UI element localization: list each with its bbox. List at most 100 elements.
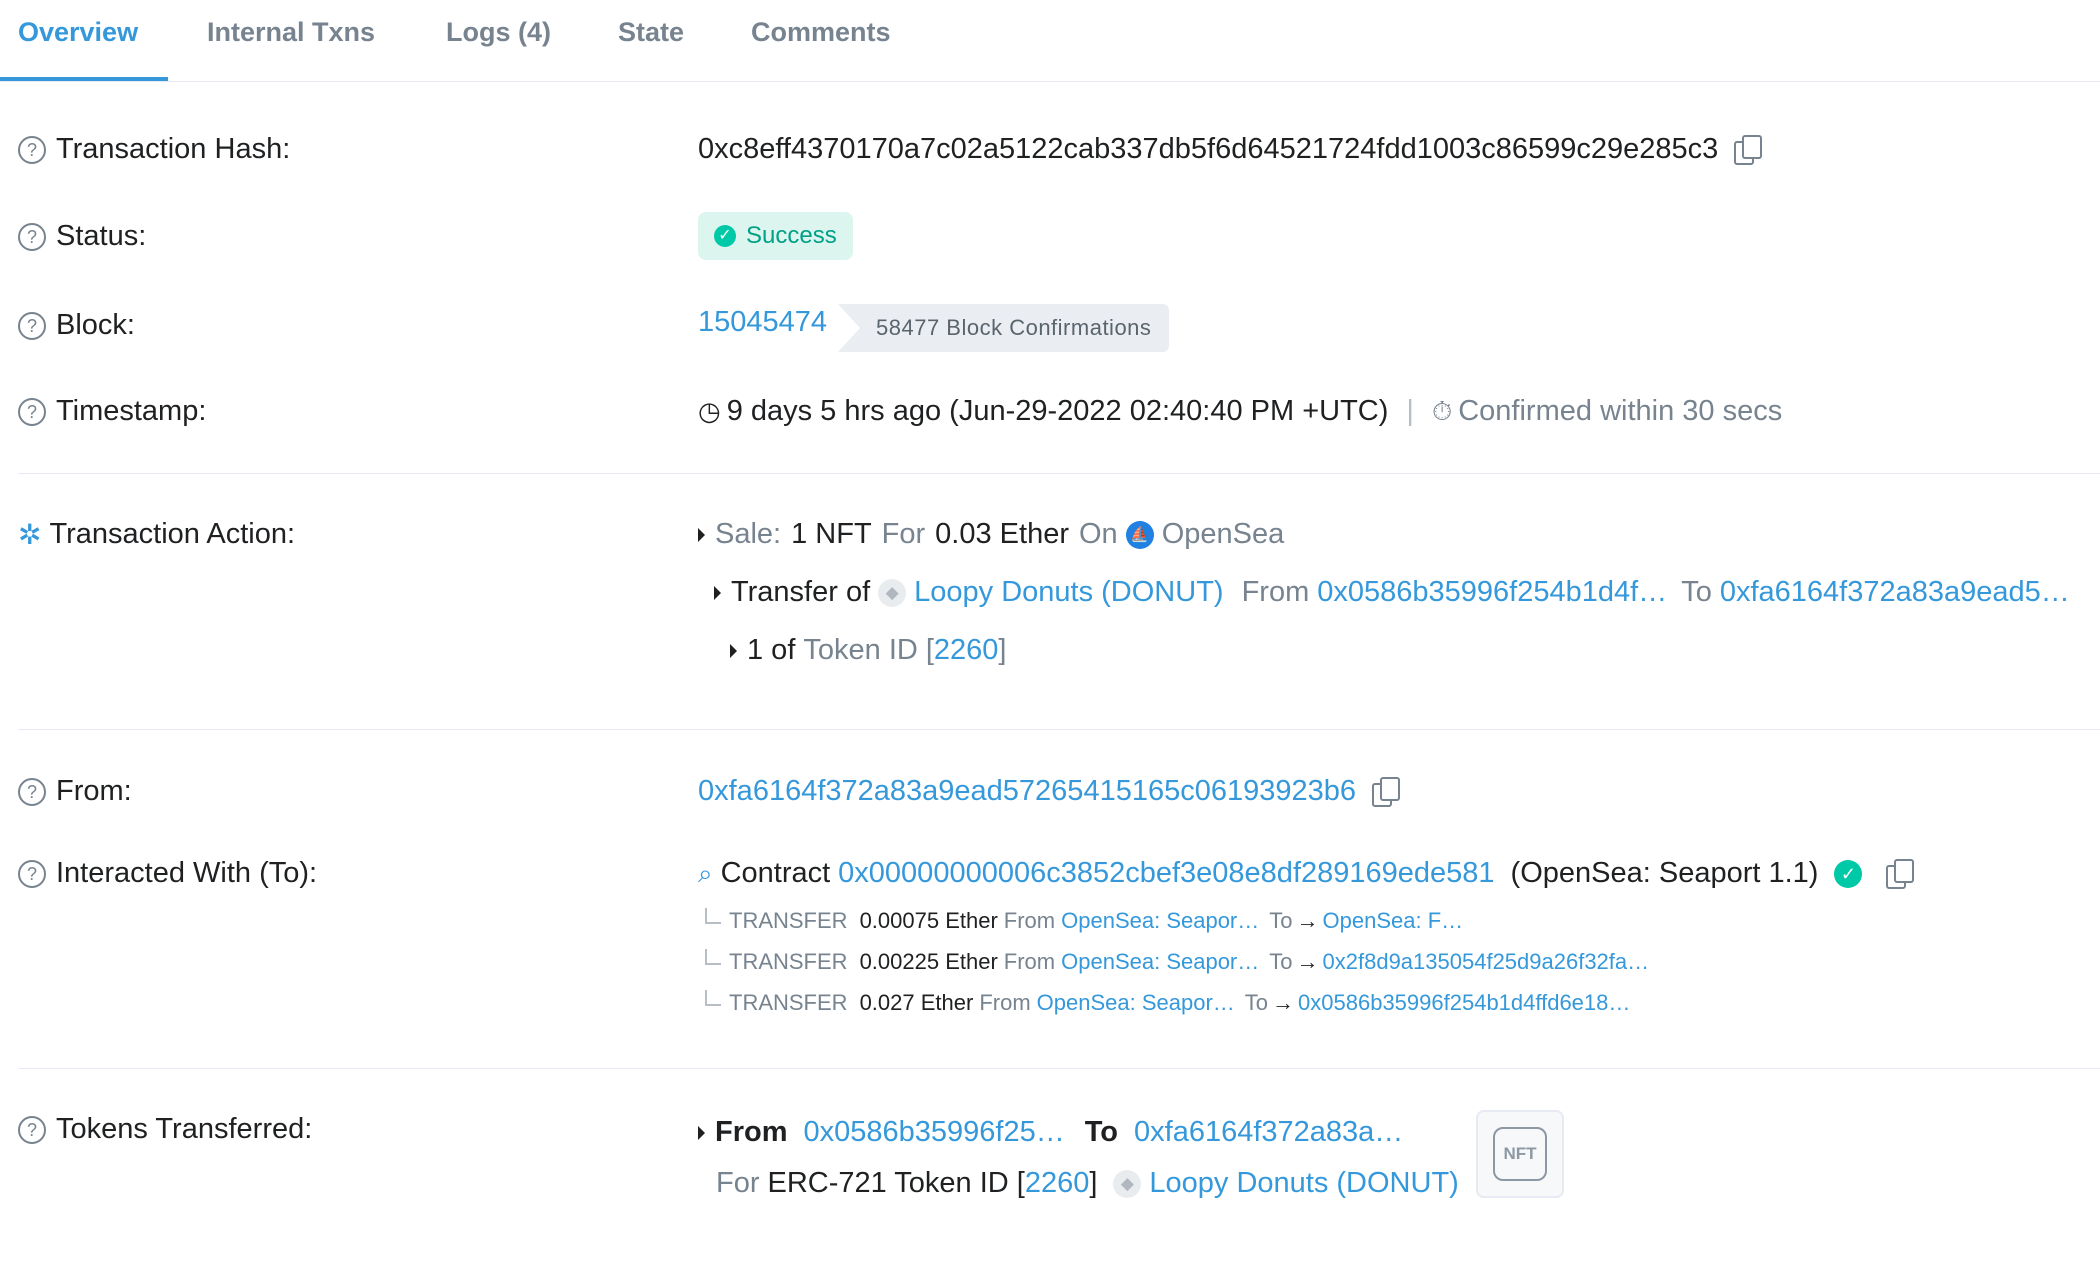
- caret-right-icon[interactable]: [730, 643, 737, 658]
- bracket-close: ]: [998, 634, 1007, 666]
- tx-action-label-row: ✲ Transaction Action:: [18, 518, 295, 551]
- internal-transfer-row: TRANSFER 0.027 Ether From OpenSea: Seapo…: [705, 990, 1630, 1016]
- bracket-open: [: [1016, 1167, 1025, 1199]
- transfer-to-link[interactable]: 0x0586b35996f254b1d4ffd6e18…: [1298, 990, 1630, 1016]
- from-text: From: [715, 1116, 788, 1148]
- transfer-type: TRANSFER: [729, 908, 848, 933]
- for-text: For: [716, 1167, 760, 1199]
- check-circle-icon: ✓: [714, 225, 736, 247]
- transfer-type: TRANSFER: [729, 990, 848, 1015]
- to-address-link[interactable]: 0xfa6164f372a83a9ead5…: [1720, 576, 2070, 609]
- caret-right-icon[interactable]: [714, 585, 721, 600]
- transfer-to-link[interactable]: 0x2f8d9a135054f25d9a26f32fa…: [1323, 949, 1650, 975]
- nft-badge-icon: NFT: [1493, 1127, 1547, 1181]
- question-icon[interactable]: ?: [18, 135, 46, 164]
- sale-row: Sale: 1 NFT For 0.03 Ether On ⛵ OpenSea: [698, 518, 1284, 551]
- divider: [18, 729, 2100, 730]
- from-address-link[interactable]: 0xfa6164f372a83a9ead57265415165c06193923…: [698, 775, 1356, 808]
- tree-elbow-icon: [705, 990, 721, 1006]
- transfer-of-text: Transfer of: [731, 576, 871, 608]
- from-text: From: [1003, 908, 1056, 933]
- collection-link[interactable]: Loopy Donuts (DONUT): [1149, 1167, 1458, 1200]
- token-transfer-row: From 0x0586b35996f25… To 0xfa6164f372a83…: [698, 1116, 1403, 1149]
- confirmed-within: Confirmed within 30 secs: [1458, 395, 1783, 427]
- token-id-link[interactable]: 2260: [934, 634, 999, 667]
- token-icon: ◆: [1113, 1169, 1142, 1198]
- copy-icon[interactable]: [1734, 134, 1763, 165]
- to-text: To: [1269, 908, 1293, 933]
- token-id-text: Token ID: [803, 634, 918, 666]
- question-icon[interactable]: ?: [18, 859, 46, 888]
- tx-action-label: Transaction Action:: [49, 518, 296, 550]
- question-icon[interactable]: ?: [18, 311, 46, 340]
- timestamp-age: 9 days 5 hrs ago (Jun-29-2022 02:40:40 P…: [726, 395, 1389, 427]
- sale-amount: 1 NFT: [791, 518, 872, 550]
- status-badge: ✓ Success: [698, 212, 853, 260]
- from-address-link[interactable]: 0x0586b35996f254b1d4f…: [1317, 576, 1667, 609]
- tree-elbow-icon: [705, 949, 721, 965]
- clock-icon: ◷: [698, 396, 721, 426]
- internal-transfer-row: TRANSFER 0.00075 Ether From OpenSea: Sea…: [705, 908, 1463, 934]
- transfer-from-link[interactable]: OpenSea: Seapor…: [1061, 908, 1259, 934]
- block-number-link[interactable]: 15045474: [698, 306, 827, 339]
- transfer-to-link[interactable]: OpenSea: F…: [1323, 908, 1464, 934]
- contract-search-icon: ⌕: [698, 857, 713, 888]
- tab-logs[interactable]: Logs (4): [446, 17, 551, 48]
- arrow-right-icon: →: [1296, 949, 1319, 974]
- token-detail-row: For ERC-721 Token ID [ 2260 ] ◆ Loopy Do…: [716, 1167, 1459, 1200]
- interacted-label: Interacted With (To):: [56, 857, 318, 889]
- transfer-type: TRANSFER: [729, 949, 848, 974]
- to-text: To: [1244, 990, 1269, 1015]
- tab-internal-txns[interactable]: Internal Txns: [207, 17, 375, 48]
- status-label: Status:: [56, 220, 147, 252]
- question-icon[interactable]: ?: [18, 397, 46, 426]
- market-name: OpenSea: [1161, 518, 1285, 550]
- question-icon[interactable]: ?: [18, 222, 46, 251]
- bracket-open: [: [925, 634, 934, 666]
- contract-row: ⌕ Contract 0x00000000006c3852cbef3e08e8d…: [698, 857, 1915, 890]
- tx-hash-label-row: ? Transaction Hash:: [18, 133, 290, 166]
- to-text: To: [1084, 1116, 1119, 1148]
- block-confirmations-badge: 58477 Block Confirmations: [838, 304, 1170, 352]
- timestamp-value-row: ◷ 9 days 5 hrs ago (Jun-29-2022 02:40:40…: [698, 395, 1782, 428]
- divider: [18, 1068, 2100, 1069]
- from-text: From: [979, 990, 1031, 1015]
- from-label: From:: [56, 775, 132, 807]
- for-text: For: [881, 518, 926, 550]
- contract-address-link[interactable]: 0x00000000006c3852cbef3e08e8df289169ede5…: [838, 857, 1494, 890]
- caret-right-icon[interactable]: [698, 527, 705, 542]
- arrow-right-icon: →: [1272, 990, 1295, 1015]
- question-icon[interactable]: ?: [18, 1115, 46, 1144]
- copy-icon[interactable]: [1886, 858, 1915, 889]
- bracket-close: ]: [1089, 1167, 1098, 1199]
- tab-comments[interactable]: Comments: [751, 17, 891, 48]
- tx-hash-value-row: 0xc8eff4370170a7c02a5122cab337db5f6d6452…: [698, 133, 1763, 166]
- question-icon[interactable]: ?: [18, 777, 46, 806]
- nft-thumbnail[interactable]: NFT: [1476, 1110, 1564, 1198]
- transfer-of-row: Transfer of ◆ Loopy Donuts (DONUT) From …: [714, 576, 2070, 609]
- one-of-text: 1 of: [747, 634, 796, 666]
- caret-right-icon[interactable]: [698, 1125, 705, 1140]
- tab-state[interactable]: State: [618, 17, 684, 48]
- tokens-label-row: ? Tokens Transferred:: [18, 1113, 312, 1146]
- copy-icon[interactable]: [1372, 776, 1400, 807]
- transfer-from-link[interactable]: OpenSea: Seapor…: [1061, 949, 1259, 975]
- tab-overview[interactable]: Overview: [18, 17, 138, 48]
- tx-hash-value: 0xc8eff4370170a7c02a5122cab337db5f6d6452…: [698, 133, 1719, 165]
- token-to-link[interactable]: 0xfa6164f372a83a…: [1134, 1116, 1403, 1149]
- on-text: On: [1079, 518, 1118, 550]
- transfer-amount: 0.00075 Ether: [859, 908, 998, 933]
- collection-link[interactable]: Loopy Donuts (DONUT): [914, 576, 1223, 609]
- token-id-link[interactable]: 2260: [1025, 1167, 1090, 1200]
- from-text: From: [1003, 949, 1056, 974]
- to-text: To: [1269, 949, 1293, 974]
- internal-transfer-row: TRANSFER 0.00225 Ether From OpenSea: Sea…: [705, 949, 1649, 975]
- status-label-row: ? Status:: [18, 220, 146, 253]
- status-text: Success: [746, 222, 837, 249]
- sale-label: Sale:: [715, 518, 782, 550]
- tab-bar: Overview Internal Txns Logs (4) State Co…: [0, 0, 2100, 82]
- transfer-from-link[interactable]: OpenSea: Seapor…: [1037, 990, 1235, 1016]
- token-from-link[interactable]: 0x0586b35996f25…: [804, 1116, 1065, 1149]
- timestamp-label: Timestamp:: [56, 395, 207, 427]
- verified-check-icon: ✓: [1834, 859, 1863, 888]
